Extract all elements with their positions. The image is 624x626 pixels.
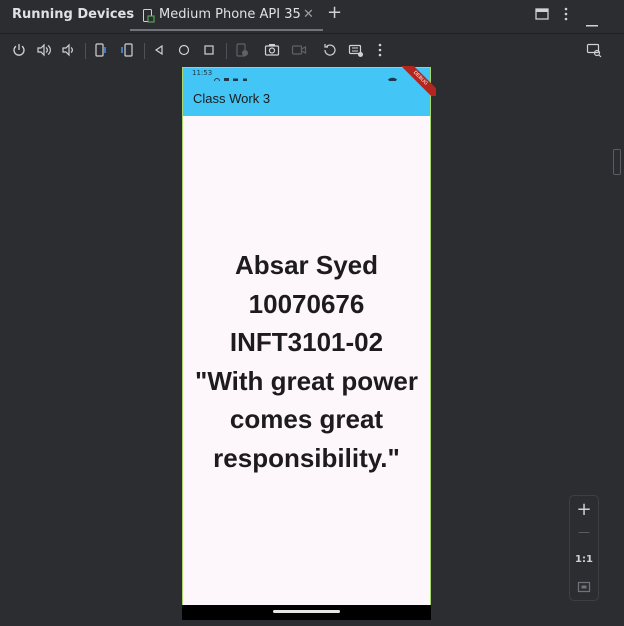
screenshot-icon[interactable] [264, 42, 282, 60]
reset-icon[interactable] [322, 42, 340, 60]
screen-record-icon [291, 42, 309, 60]
overview-icon[interactable] [202, 42, 220, 60]
device-tab-label: Medium Phone API 35 [159, 7, 301, 22]
device-icon [142, 8, 155, 27]
fold-icon [234, 42, 252, 60]
device-frame: 11:53 Class Work 3 DEBUG Absar Syed 1007… [182, 66, 436, 620]
minimize-icon[interactable] [586, 12, 598, 31]
window-layout-icon[interactable] [535, 6, 549, 25]
device-mirror-icon[interactable] [586, 42, 604, 60]
zoom-out-button[interactable]: — [570, 525, 598, 539]
status-bar: 11:53 [183, 68, 430, 85]
add-device-button[interactable]: + [327, 3, 342, 23]
text-line-quote-1: "With great power [195, 365, 418, 396]
device-tab[interactable]: Medium Phone API 35 ✕ [130, 0, 323, 31]
power-icon[interactable] [11, 42, 29, 60]
text-line-quote-3: responsibility." [213, 442, 400, 473]
rotate-right-icon[interactable] [119, 42, 137, 60]
zoom-controls: + — 1:1 [569, 495, 599, 601]
text-line-name: Absar Syed [234, 250, 379, 280]
toolbar-separator [144, 43, 145, 59]
debug-banner: DEBUG [396, 66, 436, 96]
toolbar-separator [226, 43, 227, 59]
zoom-in-button[interactable]: + [570, 499, 598, 520]
home-gesture-pill[interactable] [273, 610, 340, 613]
volume-down-icon[interactable] [61, 42, 79, 60]
device-toolbar [0, 33, 624, 69]
tool-window-title: Running Devices [12, 7, 135, 22]
main-text: Absar Syed 10070676 INFT3101-02 "With gr… [183, 246, 430, 477]
device-screen[interactable]: 11:53 Class Work 3 DEBUG Absar Syed 1007… [182, 66, 436, 606]
app-bar: Class Work 3 [183, 81, 430, 116]
more-icon[interactable] [377, 42, 395, 60]
back-icon[interactable] [152, 42, 170, 60]
text-line-course: INFT3101-02 [229, 327, 384, 357]
active-tab-indicator [130, 29, 323, 31]
zoom-fit-icon[interactable] [570, 578, 598, 597]
keyboard-icon[interactable] [348, 42, 366, 60]
title-bar: Running Devices Medium Phone API 35 ✕ + [0, 0, 624, 31]
volume-up-icon[interactable] [36, 42, 54, 60]
text-line-quote-2: comes great [229, 404, 384, 434]
zoom-actual-size-button[interactable]: 1:1 [570, 554, 598, 565]
home-icon[interactable] [177, 42, 195, 60]
debug-banner-label: DEBUG [396, 66, 436, 96]
scrollbar[interactable] [613, 149, 621, 175]
close-tab-icon[interactable]: ✕ [303, 7, 314, 22]
navigation-bar [182, 605, 431, 620]
text-line-id: 10070676 [248, 288, 365, 319]
rotate-left-icon[interactable] [93, 42, 111, 60]
toolbar-separator [85, 43, 86, 59]
app-title: Class Work 3 [193, 91, 271, 106]
status-time: 11:53 [192, 69, 213, 77]
more-options-icon[interactable] [563, 6, 569, 26]
